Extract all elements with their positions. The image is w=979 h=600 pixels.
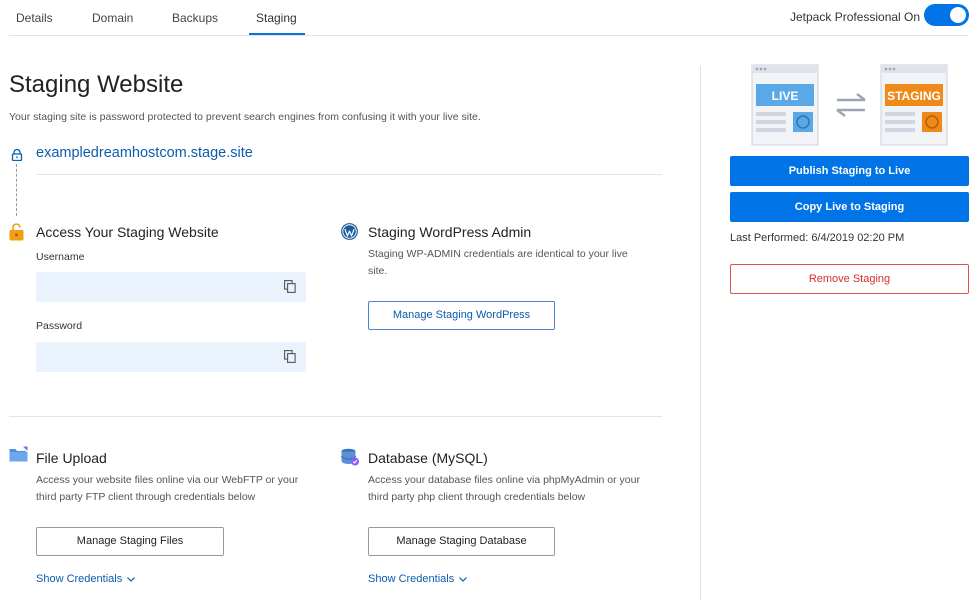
- tab-staging[interactable]: Staging: [256, 11, 297, 25]
- tab-bar: Details Domain Backups Staging Jetpack P…: [0, 0, 979, 36]
- database-icon: [341, 448, 359, 466]
- tab-domain[interactable]: Domain: [92, 11, 133, 25]
- staging-site-url-link[interactable]: exampledreamhostcom.stage.site: [36, 145, 253, 161]
- chevron-down-icon: [127, 577, 136, 582]
- chevron-down-icon: [459, 577, 468, 582]
- page-title: Staging Website: [9, 71, 184, 98]
- access-staging-title: Access Your Staging Website: [36, 224, 219, 240]
- remove-staging-button[interactable]: Remove Staging: [730, 264, 969, 294]
- file-upload-description: Access your website files online via our…: [36, 472, 298, 506]
- tab-details[interactable]: Details: [16, 11, 53, 25]
- manage-staging-files-button[interactable]: Manage Staging Files: [36, 527, 224, 556]
- jetpack-toggle[interactable]: [924, 4, 969, 26]
- jetpack-label: Jetpack Professional On: [790, 10, 921, 24]
- wp-admin-description: Staging WP-ADMIN credentials are identic…: [368, 246, 628, 280]
- tab-divider: [9, 35, 968, 36]
- wp-admin-desc-line2: site.: [368, 265, 388, 277]
- publish-staging-to-live-button[interactable]: Publish Staging to Live: [730, 156, 969, 186]
- toggle-knob: [950, 7, 966, 23]
- username-label: Username: [36, 251, 85, 263]
- database-show-credentials-link[interactable]: Show Credentials: [368, 573, 468, 585]
- connector-line: [16, 164, 17, 216]
- database-desc-line2: third party php client through credentia…: [368, 491, 586, 503]
- live-staging-sync-illustration: LIVE STAGING: [751, 64, 948, 146]
- tab-backups[interactable]: Backups: [172, 11, 218, 25]
- wordpress-icon: [341, 223, 358, 240]
- unlock-icon: [9, 223, 24, 241]
- copy-live-to-staging-button[interactable]: Copy Live to Staging: [730, 192, 969, 222]
- wp-admin-desc-line1: Staging WP-ADMIN credentials are identic…: [368, 248, 628, 260]
- file-show-credentials-link[interactable]: Show Credentials: [36, 573, 136, 585]
- show-credentials-label: Show Credentials: [36, 573, 123, 585]
- folder-icon: [9, 446, 28, 462]
- manage-staging-wordpress-button[interactable]: Manage Staging WordPress: [368, 301, 555, 330]
- lock-icon: [11, 149, 23, 161]
- file-upload-desc-line1: Access your website files online via our…: [36, 474, 299, 486]
- database-description: Access your database files online via ph…: [368, 472, 640, 506]
- password-label: Password: [36, 320, 83, 332]
- staging-label: STAGING: [887, 89, 941, 103]
- wp-admin-title: Staging WordPress Admin: [368, 224, 532, 240]
- show-credentials-label: Show Credentials: [368, 573, 455, 585]
- username-field[interactable]: [36, 272, 306, 302]
- file-upload-desc-line2: third party FTP client through credentia…: [36, 491, 256, 503]
- copy-icon[interactable]: [284, 280, 296, 293]
- live-label: LIVE: [772, 89, 799, 103]
- database-desc-line1: Access your database files online via ph…: [368, 474, 640, 486]
- divider: [9, 416, 662, 417]
- last-performed-text: Last Performed: 6/4/2019 02:20 PM: [730, 232, 905, 244]
- database-title: Database (MySQL): [368, 450, 488, 466]
- page-description: Your staging site is password protected …: [9, 111, 481, 123]
- file-upload-title: File Upload: [36, 450, 107, 466]
- password-field[interactable]: [36, 342, 306, 372]
- copy-icon[interactable]: [284, 350, 296, 363]
- divider: [36, 174, 662, 175]
- manage-staging-database-button[interactable]: Manage Staging Database: [368, 527, 555, 556]
- column-divider: [700, 66, 701, 600]
